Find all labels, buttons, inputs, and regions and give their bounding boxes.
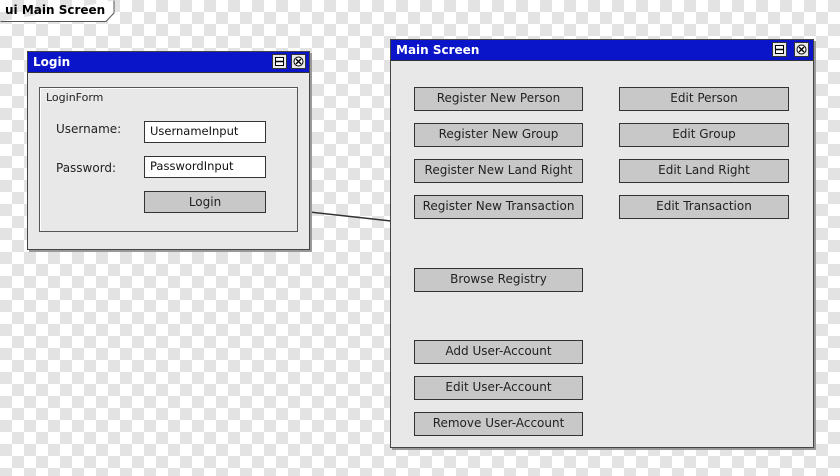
remove-user-account-button[interactable]: Remove User-Account — [414, 412, 583, 436]
username-label: Username: — [56, 122, 122, 136]
edit-land-right-button[interactable]: Edit Land Right — [619, 159, 789, 183]
login-button[interactable]: Login — [144, 191, 266, 213]
login-form-label: LoginForm — [46, 91, 104, 104]
edit-group-button[interactable]: Edit Group — [619, 123, 789, 147]
username-input[interactable]: UsernameInput — [144, 121, 266, 143]
main-window-title: Main Screen — [396, 43, 480, 57]
edit-person-button[interactable]: Edit Person — [619, 87, 789, 111]
close-icon[interactable] — [794, 42, 809, 57]
register-new-person-button[interactable]: Register New Person — [414, 87, 583, 111]
login-window: Login LoginForm Username: UsernameInput … — [27, 51, 310, 250]
main-screen-window: Main Screen Register New Person Register… — [390, 39, 814, 448]
register-new-land-right-button[interactable]: Register New Land Right — [414, 159, 583, 183]
main-titlebar[interactable]: Main Screen — [391, 40, 813, 61]
register-new-group-button[interactable]: Register New Group — [414, 123, 583, 147]
browse-registry-button[interactable]: Browse Registry — [414, 268, 583, 292]
maximize-icon[interactable] — [772, 42, 787, 57]
register-new-transaction-button[interactable]: Register New Transaction — [414, 195, 583, 219]
login-titlebar[interactable]: Login — [28, 52, 309, 73]
add-user-account-button[interactable]: Add User-Account — [414, 340, 583, 364]
password-input[interactable]: PasswordInput — [144, 156, 266, 178]
login-window-title: Login — [33, 55, 71, 69]
close-icon[interactable] — [291, 54, 306, 69]
edit-user-account-button[interactable]: Edit User-Account — [414, 376, 583, 400]
password-label: Password: — [56, 161, 117, 175]
maximize-icon[interactable] — [272, 54, 287, 69]
edit-transaction-button[interactable]: Edit Transaction — [619, 195, 789, 219]
